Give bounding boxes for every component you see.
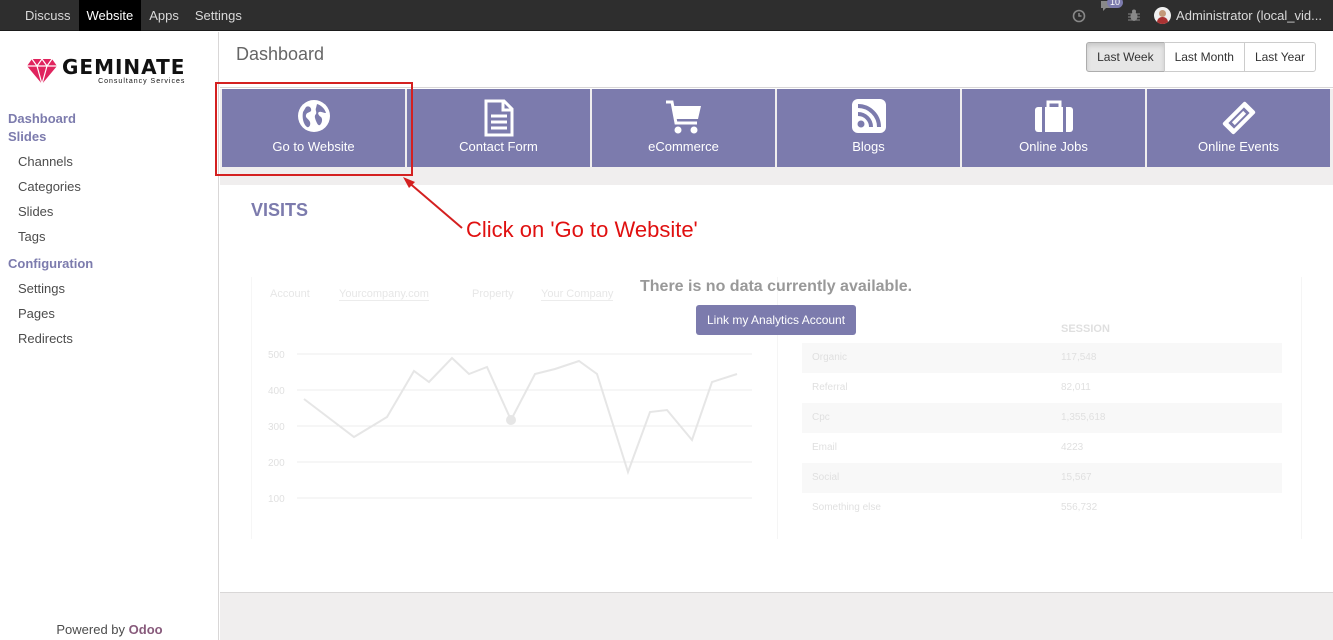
messages-icon[interactable]: 10 — [1100, 0, 1124, 31]
table-row: Referral 82,011 — [812, 382, 1091, 393]
top-navbar: Discuss Website Apps Settings 10 Adminis… — [0, 0, 1333, 31]
table-row: Organic 117,548 — [802, 343, 1282, 373]
blogs-tile[interactable]: Blogs — [777, 89, 960, 167]
link-analytics-button[interactable]: Link my Analytics Account — [696, 305, 857, 335]
contact-form-tile[interactable]: Contact Form — [407, 89, 590, 167]
diamond-logo-icon — [27, 57, 57, 85]
y-tick: 300 — [268, 422, 285, 433]
table-row: Social 15,567 — [802, 463, 1282, 493]
sidebar-item-dashboard[interactable]: Dashboard — [0, 110, 219, 128]
sidebar-item-configuration[interactable]: Configuration — [0, 255, 219, 273]
last-week-button[interactable]: Last Week — [1086, 42, 1165, 72]
date-range-buttons: Last Week Last Month Last Year — [1086, 42, 1316, 72]
no-data-message: There is no data currently available. — [640, 278, 913, 295]
user-name: Administrator (local_vid... — [1176, 8, 1322, 23]
last-year-button[interactable]: Last Year — [1243, 42, 1316, 72]
sidebar-item-categories[interactable]: Categories — [0, 174, 219, 199]
logo-tagline: Consultancy Services — [98, 77, 186, 85]
app-menu: Discuss Website Apps Settings — [17, 0, 250, 31]
systray: 10 Administrator (local_vid... — [1072, 0, 1333, 31]
online-jobs-tile[interactable]: Online Jobs — [962, 89, 1145, 167]
company-logo: GEMINATE Consultancy Services — [20, 46, 200, 95]
clock-icon[interactable] — [1072, 0, 1086, 31]
bug-icon[interactable] — [1128, 0, 1141, 31]
table-row: Email 4223 — [812, 442, 1084, 453]
briefcase-icon — [1034, 100, 1073, 132]
ecommerce-tile[interactable]: eCommerce — [592, 89, 775, 167]
menu-apps[interactable]: Apps — [141, 0, 187, 31]
ticket-icon — [1222, 101, 1255, 135]
session-column-header: SESSION — [1061, 323, 1110, 335]
logo-wordmark: GEMINATE — [62, 54, 186, 79]
tile-label-blogs: Blogs — [852, 139, 885, 154]
menu-discuss[interactable]: Discuss — [17, 0, 79, 31]
message-count-badge: 10 — [1107, 0, 1124, 8]
tile-label-contact-form: Contact Form — [459, 139, 538, 154]
sidebar-item-pages[interactable]: Pages — [0, 301, 219, 326]
rss-icon — [851, 99, 886, 133]
visits-panel: VISITS Account Yourcompany.com Property … — [220, 185, 1333, 593]
control-panel: Dashboard Last Week Last Month Last Year — [220, 32, 1333, 88]
powered-prefix: Powered by — [56, 622, 126, 637]
menu-website[interactable]: Website — [78, 0, 142, 31]
sidebar-item-redirects[interactable]: Redirects — [0, 326, 219, 351]
tile-label-online-jobs: Online Jobs — [1019, 139, 1088, 154]
table-row: Cpc 1,355,618 — [802, 403, 1282, 433]
odoo-link[interactable]: Odoo — [129, 622, 163, 637]
sidebar-menu: Dashboard Slides Channels Categories Sli… — [0, 110, 219, 351]
sidebar-item-channels[interactable]: Channels — [0, 149, 219, 174]
menu-settings[interactable]: Settings — [187, 0, 250, 31]
avatar — [1154, 7, 1172, 24]
y-tick: 100 — [268, 494, 285, 505]
y-tick: 200 — [268, 458, 285, 469]
visits-heading: VISITS — [251, 200, 309, 220]
online-events-tile[interactable]: Online Events — [1147, 89, 1330, 167]
y-tick: 500 — [268, 350, 285, 361]
sidebar-item-slides-heading[interactable]: Slides — [0, 128, 219, 146]
document-icon — [484, 99, 513, 137]
cart-icon — [665, 100, 701, 134]
instruction-callout: Click on 'Go to Website' — [466, 217, 698, 242]
last-month-button[interactable]: Last Month — [1163, 42, 1245, 72]
arrow-icon — [403, 177, 463, 229]
page-title: Dashboard — [236, 44, 325, 64]
highlight-box — [215, 82, 413, 176]
tile-label-ecommerce: eCommerce — [648, 139, 719, 154]
tile-label-online-events: Online Events — [1198, 139, 1279, 154]
y-tick: 400 — [268, 386, 285, 397]
powered-by: Powered by Odoo — [0, 622, 219, 637]
table-row: Something else 556,732 — [812, 502, 1098, 513]
sidebar: GEMINATE Consultancy Services Dashboard … — [0, 32, 219, 640]
user-menu[interactable]: Administrator (local_vid... — [1154, 0, 1333, 31]
sidebar-item-slides[interactable]: Slides — [0, 199, 219, 224]
sidebar-item-settings[interactable]: Settings — [0, 276, 219, 301]
sidebar-item-tags[interactable]: Tags — [0, 224, 219, 249]
